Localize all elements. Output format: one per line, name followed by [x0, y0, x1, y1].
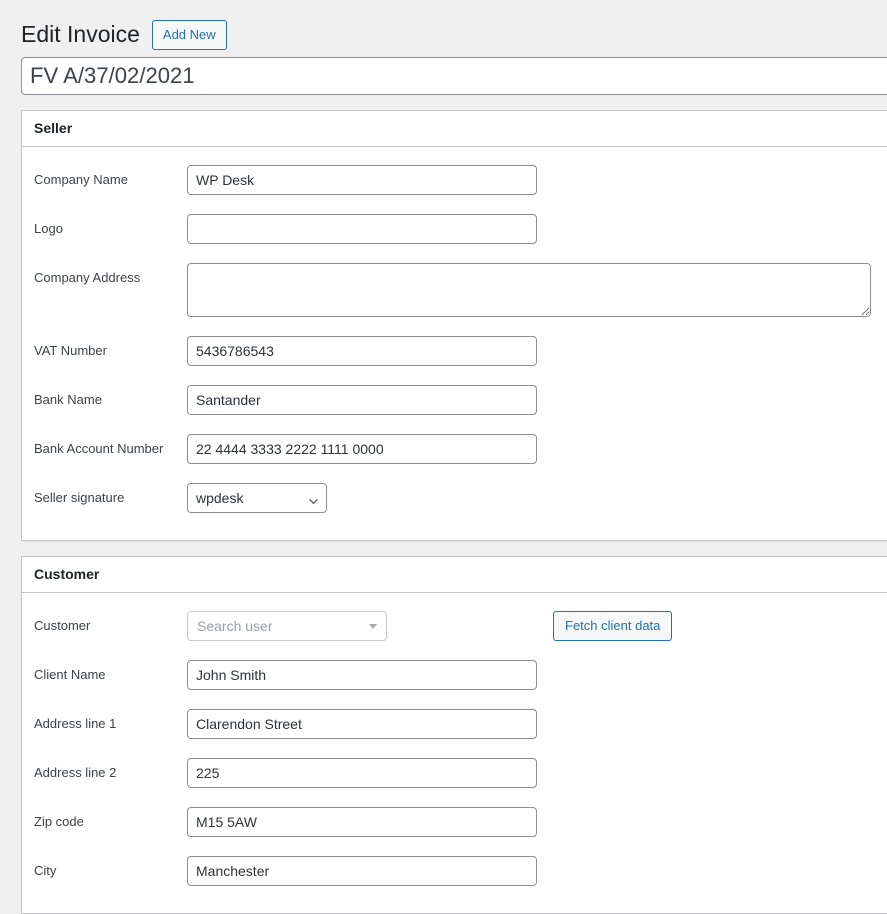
- form-row-bank-account-number: Bank Account Number: [34, 428, 886, 477]
- label-company-name: Company Name: [34, 172, 128, 187]
- seller-panel-body: Company Name Logo Company Address VAT Nu…: [22, 147, 887, 540]
- form-row-logo: Logo: [34, 208, 886, 257]
- customer-panel-body: Customer Search user Fetch client data C…: [22, 593, 887, 913]
- form-row-customer-search: Customer Search user Fetch client data: [34, 605, 886, 654]
- label-zip-code: Zip code: [34, 814, 84, 829]
- add-new-button[interactable]: Add New: [151, 19, 227, 50]
- customer-search-placeholder: Search user: [197, 618, 273, 634]
- label-company-address: Company Address: [34, 270, 141, 285]
- client-name-input[interactable]: [187, 660, 537, 690]
- label-vat-number: VAT Number: [34, 343, 107, 358]
- label-city: City: [34, 863, 57, 878]
- zip-code-input[interactable]: [187, 807, 537, 837]
- form-row-seller-signature: Seller signature wpdesk: [34, 477, 886, 526]
- customer-panel: Customer Customer Search user Fetch clie…: [21, 556, 887, 914]
- form-row-zip-code: Zip code: [34, 801, 886, 850]
- form-row-address-line-2: Address line 2: [34, 752, 886, 801]
- page-header: Edit Invoice Add New: [0, 0, 887, 52]
- form-row-company-name: Company Name: [34, 159, 886, 208]
- label-customer: Customer: [34, 618, 91, 633]
- page-title: Edit Invoice: [21, 20, 140, 47]
- seller-signature-select-wrapper: wpdesk: [187, 483, 327, 513]
- invoice-title-input[interactable]: [21, 57, 887, 95]
- seller-panel-title: Seller: [34, 119, 73, 136]
- form-row-vat-number: VAT Number: [34, 330, 886, 379]
- fetch-client-data-button[interactable]: Fetch client data: [553, 611, 673, 641]
- customer-search-select[interactable]: Search user: [187, 611, 387, 641]
- label-bank-name: Bank Name: [34, 392, 102, 407]
- form-row-company-address: Company Address: [34, 257, 886, 330]
- city-input[interactable]: [187, 856, 537, 886]
- seller-panel: Seller Company Name Logo Company Address…: [21, 110, 887, 541]
- vat-number-input[interactable]: [187, 336, 537, 366]
- customer-panel-title: Customer: [34, 565, 100, 582]
- dropdown-arrow-icon: [369, 612, 377, 640]
- bank-account-number-input[interactable]: [187, 434, 537, 464]
- label-seller-signature: Seller signature: [34, 490, 125, 505]
- bank-name-input[interactable]: [187, 385, 537, 415]
- invoice-title-wrapper: [0, 52, 887, 95]
- form-row-address-line-1: Address line 1: [34, 703, 886, 752]
- label-bank-account-number: Bank Account Number: [34, 441, 164, 456]
- address-line-1-input[interactable]: [187, 709, 537, 739]
- company-name-input[interactable]: [187, 165, 537, 195]
- label-logo: Logo: [34, 221, 63, 236]
- seller-panel-header: Seller: [22, 111, 887, 147]
- customer-panel-header: Customer: [22, 557, 887, 593]
- seller-signature-select[interactable]: wpdesk: [187, 483, 327, 513]
- form-row-bank-name: Bank Name: [34, 379, 886, 428]
- form-row-city: City: [34, 850, 886, 899]
- label-client-name: Client Name: [34, 667, 106, 682]
- company-address-textarea[interactable]: [187, 263, 871, 317]
- label-address-line-2: Address line 2: [34, 765, 117, 780]
- form-row-client-name: Client Name: [34, 654, 886, 703]
- logo-input[interactable]: [187, 214, 537, 244]
- address-line-2-input[interactable]: [187, 758, 537, 788]
- label-address-line-1: Address line 1: [34, 716, 117, 731]
